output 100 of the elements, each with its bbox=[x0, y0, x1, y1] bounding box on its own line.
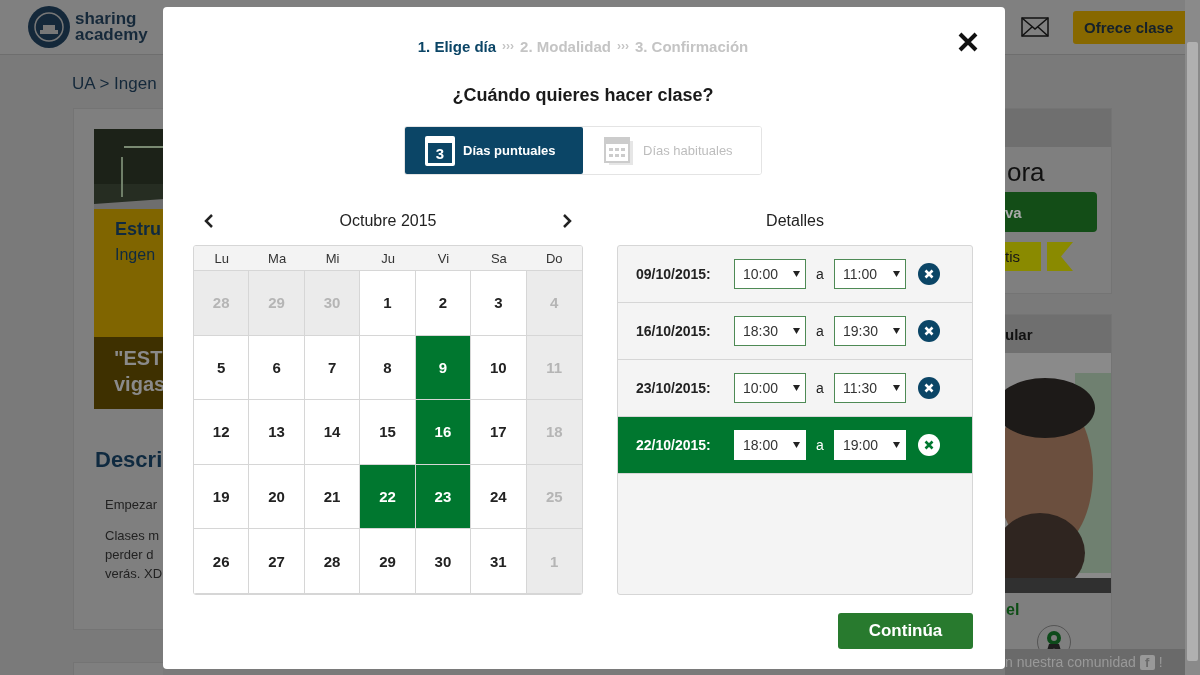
mail-icon[interactable] bbox=[1021, 17, 1049, 37]
details-title: Detalles bbox=[765, 211, 825, 231]
detail-row[interactable]: 22/10/2015: 18:00 a 19:00 bbox=[618, 417, 972, 474]
caret-icon bbox=[893, 442, 900, 448]
close-button[interactable] bbox=[957, 31, 979, 53]
range-separator: a bbox=[815, 266, 825, 282]
calendar-day[interactable]: 13 bbox=[249, 400, 305, 465]
calendar-day[interactable]: 28 bbox=[304, 529, 361, 594]
caret-icon bbox=[893, 385, 900, 391]
calendar-day[interactable]: 31 bbox=[471, 529, 527, 594]
weekday-label: Lu bbox=[194, 246, 250, 271]
remove-button[interactable] bbox=[918, 320, 940, 342]
description-paragraph: Clases m perder d verás. XD bbox=[105, 527, 163, 583]
weekday-label: Sa bbox=[471, 246, 527, 271]
mode-tab[interactable]: 3 Días puntuales bbox=[405, 127, 583, 174]
caret-icon bbox=[893, 271, 900, 277]
free-tag: tis bbox=[1005, 242, 1041, 271]
price-heading: ora bbox=[1007, 157, 1046, 188]
logo-icon bbox=[27, 5, 71, 49]
caret-icon bbox=[793, 271, 800, 277]
calendar-day[interactable]: 22 bbox=[360, 464, 416, 530]
range-separator: a bbox=[815, 437, 825, 453]
next-month-button[interactable] bbox=[561, 214, 573, 228]
course-title: Estru bbox=[115, 219, 162, 240]
step-label: 2. Modalidad bbox=[520, 37, 611, 55]
weekday-label: Do bbox=[526, 246, 582, 271]
close-icon bbox=[924, 326, 934, 336]
weekday-label: Vi bbox=[415, 246, 472, 271]
date-label: 16/10/2015: bbox=[636, 323, 712, 339]
caret-icon bbox=[793, 442, 800, 448]
step-separator: ››› bbox=[616, 39, 629, 54]
remove-button[interactable] bbox=[918, 434, 940, 456]
calendar-day[interactable]: 15 bbox=[360, 400, 416, 465]
step-label: 3. Confirmación bbox=[634, 37, 749, 55]
caret-icon bbox=[793, 385, 800, 391]
remove-button[interactable] bbox=[918, 377, 940, 399]
calendar-day[interactable]: 8 bbox=[360, 335, 416, 401]
question-heading: ¿Cuándo quieres hacer clase? bbox=[452, 85, 714, 107]
calendar-day[interactable]: 5 bbox=[194, 335, 250, 401]
calendar-day[interactable]: 7 bbox=[304, 335, 361, 401]
caret-icon bbox=[893, 328, 900, 334]
scrollbar[interactable] bbox=[1185, 0, 1200, 675]
weekday-label: Ma bbox=[249, 246, 305, 271]
continue-button[interactable]: Continúa bbox=[838, 613, 973, 649]
detail-row[interactable]: 16/10/2015: 18:30 a 19:30 bbox=[618, 303, 972, 360]
calendar-day[interactable]: 21 bbox=[304, 464, 361, 530]
range-separator: a bbox=[815, 380, 825, 396]
detail-row[interactable]: 23/10/2015: 10:00 a 11:30 bbox=[618, 360, 972, 417]
card-header: ular bbox=[1005, 315, 1111, 353]
time-select[interactable]: 19:30 bbox=[834, 316, 906, 346]
date-label: 09/10/2015: bbox=[636, 266, 712, 282]
calendar-day[interactable]: 20 bbox=[249, 464, 305, 530]
time-select[interactable]: 19:00 bbox=[834, 430, 906, 460]
calendar-day[interactable]: 23 bbox=[415, 464, 472, 530]
previous-month-button[interactable] bbox=[203, 214, 215, 228]
calendar-day[interactable]: 10 bbox=[471, 335, 527, 401]
calendar-icon bbox=[603, 134, 635, 167]
ribbon-icon bbox=[1047, 242, 1073, 271]
step-separator: ››› bbox=[502, 39, 515, 54]
date-label: 22/10/2015: bbox=[636, 437, 712, 453]
calendar-day[interactable]: 24 bbox=[471, 464, 527, 530]
time-select[interactable]: 11:30 bbox=[834, 373, 906, 403]
calendar-day[interactable]: 29 bbox=[360, 529, 416, 594]
weekday-label: Ju bbox=[360, 246, 416, 271]
time-select[interactable]: 18:30 bbox=[734, 316, 806, 346]
calendar-day[interactable]: 16 bbox=[415, 400, 472, 465]
calendar-day[interactable]: 2 bbox=[415, 271, 472, 336]
calendar-day[interactable]: 12 bbox=[194, 400, 250, 465]
logo-text: sharing academy bbox=[75, 11, 148, 43]
step-label: 1. Elige día bbox=[417, 37, 497, 55]
calendar-day[interactable]: 14 bbox=[304, 400, 361, 465]
calendar-day[interactable]: 3 bbox=[471, 271, 527, 336]
date-label: 23/10/2015: bbox=[636, 380, 712, 396]
weekday-label: Mi bbox=[304, 246, 361, 271]
description-heading: Descri bbox=[95, 447, 163, 473]
course-subtitle: Ingen bbox=[115, 246, 157, 264]
time-select[interactable]: 10:00 bbox=[734, 373, 806, 403]
caret-icon bbox=[793, 328, 800, 334]
breadcrumb: UA > Ingen bbox=[72, 74, 158, 95]
time-select[interactable]: 18:00 bbox=[734, 430, 806, 460]
calendar-icon: 3 bbox=[425, 135, 455, 166]
calendar-day[interactable]: 9 bbox=[415, 335, 472, 401]
time-select[interactable]: 11:00 bbox=[834, 259, 906, 289]
remove-button[interactable] bbox=[918, 263, 940, 285]
calendar-day[interactable]: 17 bbox=[471, 400, 527, 465]
calendar-day[interactable]: 6 bbox=[249, 335, 305, 401]
calendar-day[interactable]: 30 bbox=[415, 529, 472, 594]
calendar-day[interactable]: 27 bbox=[249, 529, 305, 594]
detail-row[interactable]: 09/10/2015: 10:00 a 11:00 bbox=[618, 246, 972, 303]
range-separator: a bbox=[815, 323, 825, 339]
calendar-day[interactable]: 19 bbox=[194, 464, 250, 530]
exclamation-text: ! bbox=[1158, 654, 1163, 670]
quote-text: "EST vigas bbox=[114, 346, 163, 397]
book-button[interactable]: va bbox=[1005, 192, 1097, 232]
close-icon bbox=[924, 440, 934, 450]
time-select[interactable]: 10:00 bbox=[734, 259, 806, 289]
calendar-day[interactable]: 1 bbox=[360, 271, 416, 336]
calendar-day[interactable]: 26 bbox=[194, 529, 250, 594]
close-icon bbox=[924, 383, 934, 393]
close-icon bbox=[924, 269, 934, 279]
